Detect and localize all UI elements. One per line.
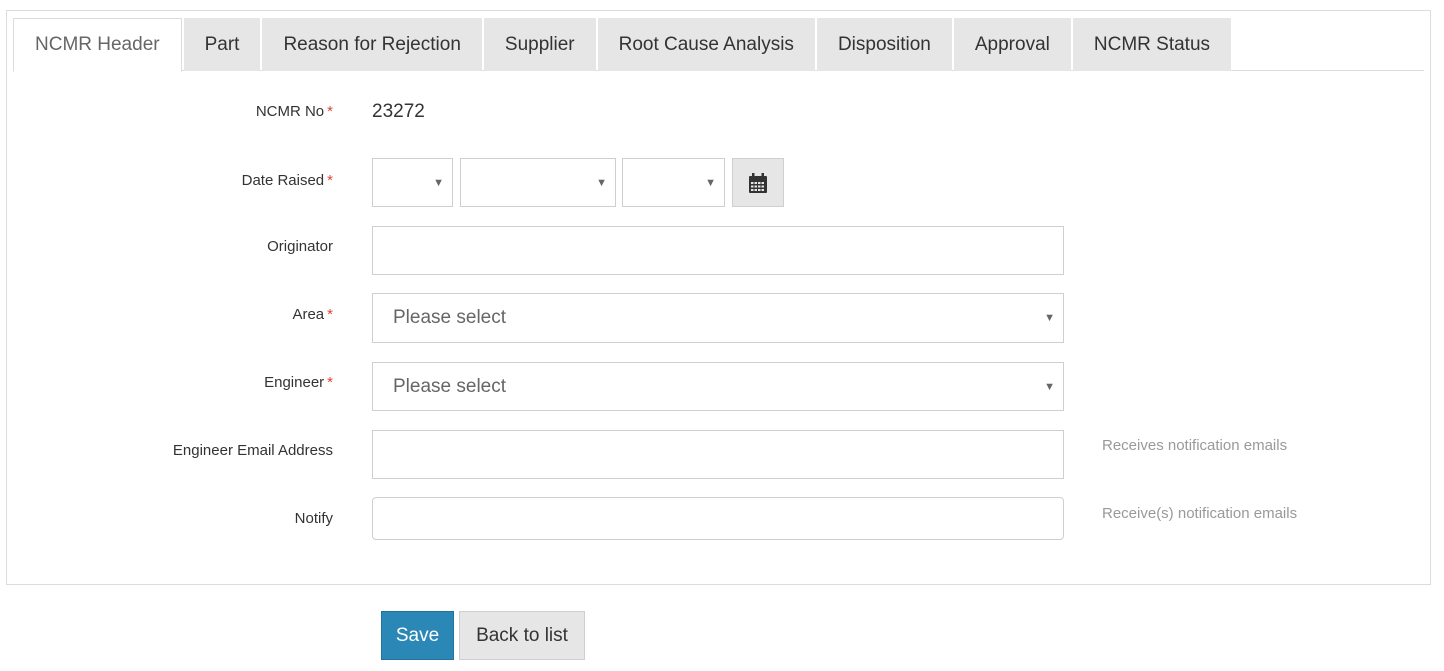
originator-input[interactable] <box>372 226 1064 275</box>
tab-supplier[interactable]: Supplier <box>483 18 596 71</box>
engineer-email-label: Engineer Email Address <box>172 442 333 459</box>
notify-input[interactable] <box>372 497 1064 540</box>
date-raised-label: Date Raised * <box>241 172 333 189</box>
notify-hint: Receive(s) notification emails <box>1102 505 1298 522</box>
calendar-icon <box>749 172 767 193</box>
chevron-down-icon: ▼ <box>433 176 444 189</box>
chevron-down-icon: ▼ <box>705 176 716 189</box>
required-marker: * <box>327 306 333 323</box>
tab-reason-for-rejection[interactable]: Reason for Rejection <box>262 18 482 71</box>
area-select[interactable]: Please select ▼ <box>372 293 1064 343</box>
save-button[interactable]: Save <box>381 611 454 660</box>
required-marker: * <box>327 374 333 391</box>
ncmr-form-panel: NCMR Header Part Reason for Rejection Su… <box>6 10 1431 585</box>
ncmr-no-value: 23272 <box>372 101 425 122</box>
tab-approval[interactable]: Approval <box>953 18 1071 71</box>
originator-label: Originator <box>267 238 333 255</box>
tab-root-cause-analysis[interactable]: Root Cause Analysis <box>597 18 815 71</box>
area-selected-value: Please select <box>393 307 507 328</box>
date-year-select[interactable]: ▼ <box>622 158 725 207</box>
chevron-down-icon: ▼ <box>1044 380 1055 393</box>
engineer-label: Engineer * <box>264 374 333 391</box>
engineer-selected-value: Please select <box>393 375 507 397</box>
calendar-button[interactable] <box>732 158 784 207</box>
engineer-select[interactable]: Please select ▼ <box>372 362 1064 411</box>
required-marker: * <box>327 172 333 189</box>
tab-ncmr-header[interactable]: NCMR Header <box>13 18 182 72</box>
tab-disposition[interactable]: Disposition <box>816 18 952 71</box>
tab-ncmr-status[interactable]: NCMR Status <box>1072 18 1232 71</box>
chevron-down-icon: ▼ <box>596 176 607 189</box>
area-label: Area * <box>292 306 333 323</box>
engineer-email-hint: Receives notification emails <box>1102 437 1288 454</box>
engineer-email-input[interactable] <box>372 430 1064 479</box>
required-marker: * <box>327 103 333 120</box>
tab-bar: NCMR Header Part Reason for Rejection Su… <box>13 18 1424 72</box>
notify-label: Notify <box>294 510 333 527</box>
date-day-select[interactable]: ▼ <box>372 158 453 207</box>
ncmr-no-label: NCMR No * <box>255 103 333 120</box>
date-month-select[interactable]: ▼ <box>460 158 616 207</box>
chevron-down-icon: ▼ <box>1044 312 1055 324</box>
back-to-list-button[interactable]: Back to list <box>459 611 585 660</box>
tab-part[interactable]: Part <box>183 18 261 71</box>
